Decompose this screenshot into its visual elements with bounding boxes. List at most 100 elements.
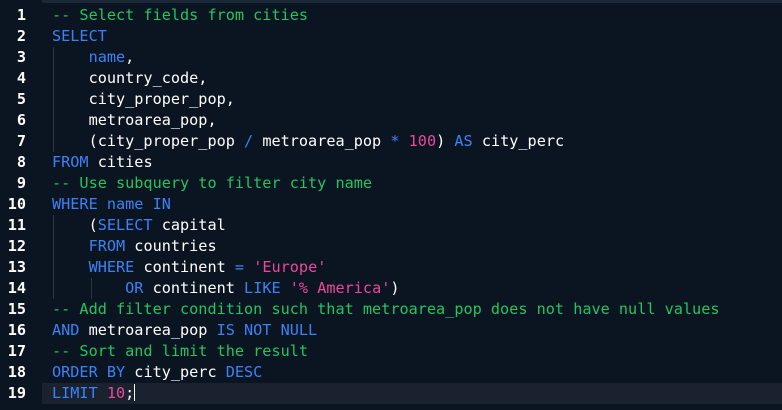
code-line[interactable]: OR continent LIKE '% America') [52, 278, 400, 299]
code-token-plain: city_proper_pop, [52, 90, 235, 108]
code-line[interactable]: LIMIT 10; [42, 383, 782, 404]
line-number: 6 [16, 111, 26, 129]
code-token-plain: capital [152, 216, 226, 234]
line-number: 7 [16, 132, 26, 150]
code-token-kw: SELECT [97, 216, 153, 234]
line-number: 12 [7, 237, 26, 255]
code-token-kw: LIKE [244, 279, 281, 297]
code-token-kw: IS NOT NULL [216, 321, 318, 339]
code-token-plain: (city_proper_pop [52, 132, 245, 150]
code-token-op: = [234, 258, 245, 276]
code-token-kw: IN [152, 195, 171, 213]
code-token-op: * [390, 132, 400, 150]
indent-guide [53, 215, 54, 299]
code-line[interactable]: (SELECT capital [52, 215, 226, 236]
code-token-plain: ; [125, 384, 135, 402]
code-token-kw: OR [125, 279, 144, 297]
line-number: 9 [16, 174, 26, 192]
code-token-kw: SELECT [52, 27, 107, 45]
text-cursor [134, 384, 136, 401]
code-token-plain: ( [52, 216, 98, 234]
code-token-col: name [106, 195, 144, 213]
code-editor[interactable]: 1 2 3 4 5 6 7 8 9 10 11 12 13 14 15 16 17 18 19 -- Select … [0, 0, 782, 410]
code-line[interactable]: name, [52, 47, 135, 68]
code-token-num: 100 [408, 132, 437, 150]
code-token-kw: DESC [225, 363, 263, 381]
code-token-comment: -- Add filter condition such that metroa… [52, 300, 720, 318]
code-token-plain: country_code, [52, 69, 208, 87]
code-token-kw: AND [52, 321, 80, 339]
code-token-plain: cities [88, 153, 153, 171]
code-token-str: 'Europe' [253, 258, 327, 276]
code-token-plain: ) [436, 132, 455, 150]
line-number: 5 [16, 90, 26, 108]
code-token-plain: city_perc [125, 363, 226, 381]
code-line[interactable]: AND metroarea_pop IS NOT NULL [52, 320, 317, 341]
code-line[interactable]: ORDER BY city_perc DESC [52, 362, 262, 383]
code-token-plain: city_perc [472, 132, 565, 150]
code-line[interactable]: -- Add filter condition such that metroa… [52, 299, 720, 320]
code-line[interactable]: metroarea_pop, [52, 110, 217, 131]
line-number: 8 [16, 153, 26, 171]
line-number: 1 [16, 6, 26, 24]
indent-guide [53, 47, 54, 152]
line-number: 16 [7, 321, 26, 339]
line-number: 13 [7, 258, 26, 276]
code-token-kw: ORDER BY [52, 363, 126, 381]
line-number: 19 [7, 384, 26, 402]
code-line[interactable]: FROM cities [52, 152, 153, 173]
code-line[interactable]: WHERE name IN [52, 194, 171, 215]
code-token-kw: FROM [88, 237, 126, 255]
code-token-plain: metroarea_pop [253, 132, 391, 150]
code-token-num: 10 [106, 384, 126, 402]
code-token-op: / [244, 132, 254, 150]
code-line[interactable]: city_proper_pop, [52, 89, 235, 110]
code-token-comment: -- Select fields from cities [52, 6, 309, 24]
code-token-plain: metroarea_pop [79, 321, 217, 339]
code-line[interactable]: SELECT [52, 26, 107, 47]
line-number: 4 [16, 69, 26, 87]
line-number: 3 [16, 48, 26, 66]
code-token-plain: continent [134, 258, 235, 276]
code-token-col: name [88, 48, 126, 66]
indent-guide [91, 278, 92, 299]
line-number: 17 [7, 342, 26, 360]
code-token-plain: metroarea_pop, [52, 111, 217, 129]
code-line[interactable]: -- Sort and limit the result [52, 341, 308, 362]
code-token-kw: WHERE [52, 195, 98, 213]
line-number: 10 [7, 195, 26, 213]
code-token-plain: , [125, 48, 135, 66]
code-token-kw: FROM [52, 153, 89, 171]
editor-top-border [42, 0, 782, 3]
code-token-plain: countries [125, 237, 217, 255]
line-number: 15 [7, 300, 26, 318]
line-number-gutter: 1 2 3 4 5 6 7 8 9 10 11 12 13 14 15 16 17 18 19 [0, 0, 42, 410]
code-token-comment: -- Sort and limit the result [52, 342, 309, 360]
code-token-plain: ) [390, 279, 400, 297]
code-token-str: '% America' [289, 279, 391, 297]
line-number: 18 [7, 363, 26, 381]
code-line[interactable]: FROM countries [52, 236, 217, 257]
code-line[interactable]: country_code, [52, 68, 208, 89]
code-line[interactable]: -- Select fields from cities [52, 5, 308, 26]
line-number: 11 [7, 216, 26, 234]
code-token-kw: LIMIT [52, 384, 98, 402]
code-line[interactable]: (city_proper_pop / metroarea_pop * 100) … [52, 131, 565, 152]
line-number: 2 [16, 27, 26, 45]
code-token-kw: WHERE [88, 258, 135, 276]
code-token-plain: continent [143, 279, 245, 297]
code-token-kw: AS [454, 132, 473, 150]
code-token-comment: -- Use subquery to filter city name [52, 174, 373, 192]
code-line[interactable]: -- Use subquery to filter city name [52, 173, 372, 194]
code-line[interactable]: WHERE continent = 'Europe' [52, 257, 327, 278]
